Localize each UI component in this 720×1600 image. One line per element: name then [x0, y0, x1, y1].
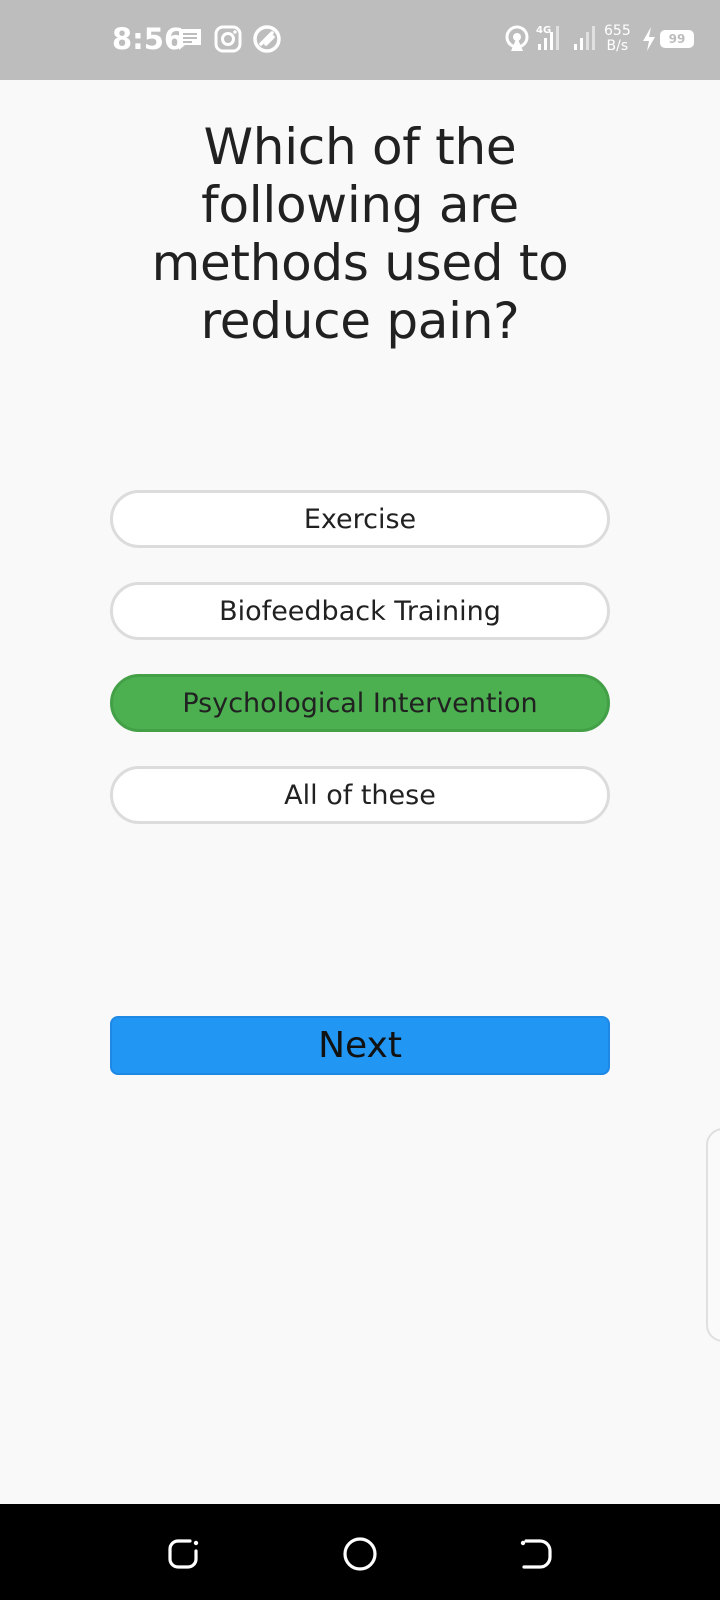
navigation-bar [0, 1504, 720, 1600]
message-icon [179, 29, 201, 50]
network-type-label: 4G [536, 25, 551, 36]
network-speed: 655 B/s [604, 24, 631, 54]
next-button[interactable]: Next [110, 1016, 610, 1075]
option-psychological-intervention[interactable]: Psychological Intervention [110, 674, 610, 732]
option-biofeedback-training[interactable]: Biofeedback Training [110, 582, 610, 640]
status-bar: 8:56 4G 655 B/s 99 [0, 0, 720, 80]
recents-icon[interactable] [164, 1534, 204, 1574]
battery-indicator: 99 [660, 30, 694, 48]
network-speed-value: 655 [604, 23, 631, 39]
signal-4g-icon: 4G [536, 25, 559, 50]
back-icon[interactable] [516, 1534, 556, 1574]
instagram-icon [214, 25, 242, 53]
network-speed-unit: B/s [606, 38, 629, 54]
signal-icon [574, 26, 595, 50]
option-all-of-these[interactable]: All of these [110, 766, 610, 824]
home-icon[interactable] [340, 1534, 380, 1574]
question-text: Which of the following are methods used … [151, 118, 569, 350]
charging-icon [643, 27, 655, 51]
option-exercise[interactable]: Exercise [110, 490, 610, 548]
side-panel-handle[interactable] [706, 1128, 720, 1342]
app-icon [253, 25, 281, 53]
hotspot-icon [505, 25, 529, 51]
status-time: 8:56 [112, 22, 185, 56]
